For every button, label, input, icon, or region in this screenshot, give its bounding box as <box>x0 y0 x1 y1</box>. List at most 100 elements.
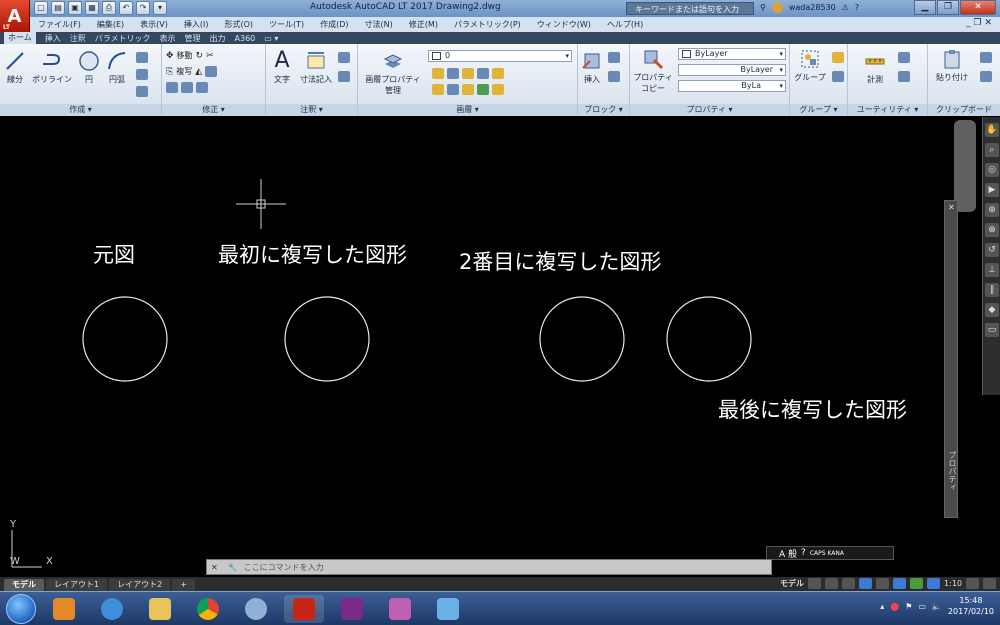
taskbar-explorer[interactable] <box>140 595 180 623</box>
array-icon[interactable] <box>196 82 208 93</box>
move-icon[interactable]: ✥ <box>166 51 174 61</box>
polyline-button[interactable]: ポリライン <box>30 50 74 85</box>
menu-tools[interactable]: ツール(T) <box>269 19 304 30</box>
orbit-icon[interactable]: ◎ <box>985 163 999 177</box>
tab-manage[interactable]: 管理 <box>185 33 201 44</box>
group-button[interactable]: グループ <box>792 48 828 83</box>
hatch-icon[interactable] <box>136 69 148 80</box>
save-icon[interactable]: ▣ <box>68 1 82 15</box>
redo-icon[interactable]: ↷ <box>136 1 150 15</box>
lineweight-icon[interactable] <box>910 578 924 589</box>
workspace-gear-icon[interactable] <box>966 578 979 589</box>
tab-home[interactable]: ホーム <box>4 32 36 44</box>
menu-edit[interactable]: 編集(E) <box>97 19 124 30</box>
maximize-button[interactable]: ❐ <box>937 0 959 15</box>
new-file-icon[interactable]: ▢ <box>34 1 48 15</box>
taskbar-autocad[interactable] <box>284 595 324 623</box>
layer-tool-icon-4[interactable] <box>477 68 489 79</box>
tab-layout1[interactable]: レイアウト1 <box>46 579 108 591</box>
layer-tool-icon-1[interactable] <box>432 68 444 79</box>
print-icon[interactable]: ⎙ <box>102 1 116 15</box>
palette-close-icon[interactable]: ✕ <box>948 203 955 212</box>
circle-button[interactable]: 円 <box>78 50 100 85</box>
exchange-icon[interactable]: ⚠ <box>842 3 849 12</box>
tray-up-arrow-icon[interactable]: ▴ <box>880 602 884 611</box>
taskbar-ie[interactable] <box>92 595 132 623</box>
insert-block-button[interactable]: 挿入 <box>580 50 604 85</box>
menu-file[interactable]: ファイル(F) <box>38 19 81 30</box>
ungroup-icon[interactable] <box>832 52 844 63</box>
application-menu-button[interactable]: A LT <box>0 0 30 32</box>
search-input[interactable]: キーワードまたは語句を入力 <box>626 2 754 15</box>
layer-tool-icon-9[interactable] <box>477 84 489 95</box>
panel-groups-label[interactable]: グループ ▾ <box>790 104 847 116</box>
measure-button[interactable]: 計測 <box>858 50 892 85</box>
paste-button[interactable]: 貼り付け <box>932 48 972 83</box>
line-button[interactable]: 線分 <box>2 50 28 85</box>
color-dropdown[interactable]: ByLayer ▾ <box>678 48 786 60</box>
showmotion-icon[interactable]: ▶ <box>985 183 999 197</box>
layer-tool-icon-3[interactable] <box>462 68 474 79</box>
menu-modify[interactable]: 修正(M) <box>409 19 438 30</box>
layer-tool-icon-5[interactable] <box>492 68 504 79</box>
circle-first-copy[interactable] <box>284 296 370 382</box>
match-properties-button[interactable]: プロパティ コピー <box>632 48 674 94</box>
boundary-icon[interactable] <box>136 86 148 97</box>
doc-window-controls[interactable]: _ ❐ ✕ <box>966 18 992 28</box>
text-button[interactable]: A 文字 <box>270 48 294 85</box>
properties-palette-collapsed[interactable]: ✕ プロパティ <box>944 200 958 518</box>
copy-icon[interactable]: ⎘ <box>166 67 173 77</box>
taskbar-media-player[interactable] <box>44 595 84 623</box>
layer-tool-icon-8[interactable] <box>462 84 474 95</box>
mirror-icon[interactable]: ◭ <box>195 67 202 77</box>
panel-modify-label[interactable]: 修正 ▾ <box>162 104 265 116</box>
scale-icon[interactable] <box>181 82 193 93</box>
nav-tool-icon-6[interactable]: ◆ <box>985 303 999 317</box>
layer-dropdown[interactable]: 0 ▾ <box>428 50 572 62</box>
panel-clipboard-label[interactable]: クリップボード <box>928 104 1000 116</box>
layer-properties-button[interactable]: 画層プロパティ 管理 <box>362 50 424 96</box>
tab-view[interactable]: 表示 <box>160 33 176 44</box>
ime-mode[interactable]: A 般 <box>779 547 797 560</box>
taskbar-hpb[interactable] <box>332 595 372 623</box>
lineweight-dropdown[interactable]: ByLayer ▾ <box>678 64 786 76</box>
layer-tool-icon-6[interactable] <box>432 84 444 95</box>
create-block-icon[interactable] <box>608 52 620 63</box>
annotation-scale-icon[interactable] <box>927 578 941 589</box>
calculator-icon[interactable] <box>898 71 910 82</box>
navigation-wheel[interactable] <box>954 120 976 212</box>
help-icon[interactable]: ? <box>855 3 859 12</box>
panel-properties-label[interactable]: プロパティ ▾ <box>630 104 789 116</box>
table-icon[interactable] <box>338 71 350 82</box>
tab-insert[interactable]: 挿入 <box>45 33 61 44</box>
copy-label[interactable]: 複写 <box>176 66 192 77</box>
panel-block-label[interactable]: ブロック ▾ <box>578 104 629 116</box>
customize-icon[interactable] <box>983 578 996 589</box>
taskbar-chrome[interactable] <box>188 595 228 623</box>
taskbar-app-5[interactable] <box>236 595 276 623</box>
command-line[interactable]: ✕ 🔧 ここにコマンドを入力 <box>206 559 772 575</box>
nav-tool-icon-4[interactable]: ⊥ <box>985 263 999 277</box>
binoculars-icon[interactable]: ⚲ <box>760 3 766 12</box>
minimize-button[interactable]: ▁ <box>914 0 936 15</box>
polar-icon[interactable] <box>859 578 873 589</box>
nav-tool-icon-5[interactable]: ∥ <box>985 283 999 297</box>
command-input[interactable]: ここにコマンドを入力 <box>244 562 324 573</box>
menu-insert[interactable]: 挿入(I) <box>184 19 209 30</box>
panel-draw-label[interactable]: 作成 ▾ <box>0 104 161 116</box>
tray-acrobat-icon[interactable]: ⬤ <box>890 602 899 611</box>
menu-dimension[interactable]: 寸法(N) <box>365 19 393 30</box>
drawing-area[interactable]: 元図 最初に複写した図形 2番目に複写した図形 最後に複写した図形 Y W X <box>0 117 952 577</box>
group-edit-icon[interactable] <box>832 71 844 82</box>
panel-annotation-label[interactable]: 注釈 ▾ <box>266 104 357 116</box>
tab-layout2[interactable]: レイアウト2 <box>109 579 171 591</box>
cut-icon[interactable] <box>980 52 992 63</box>
layer-tool-icon-10[interactable] <box>492 84 504 95</box>
wrench-icon[interactable]: 🔧 <box>228 563 238 572</box>
nav-tool-icon-7[interactable]: ▭ <box>985 323 999 337</box>
circle-last-copy[interactable] <box>666 296 752 382</box>
layer-tool-icon-7[interactable] <box>447 84 459 95</box>
tab-parametric[interactable]: パラメトリック <box>95 33 151 44</box>
fillet-icon[interactable] <box>205 66 218 77</box>
stretch-icon[interactable] <box>166 82 178 93</box>
